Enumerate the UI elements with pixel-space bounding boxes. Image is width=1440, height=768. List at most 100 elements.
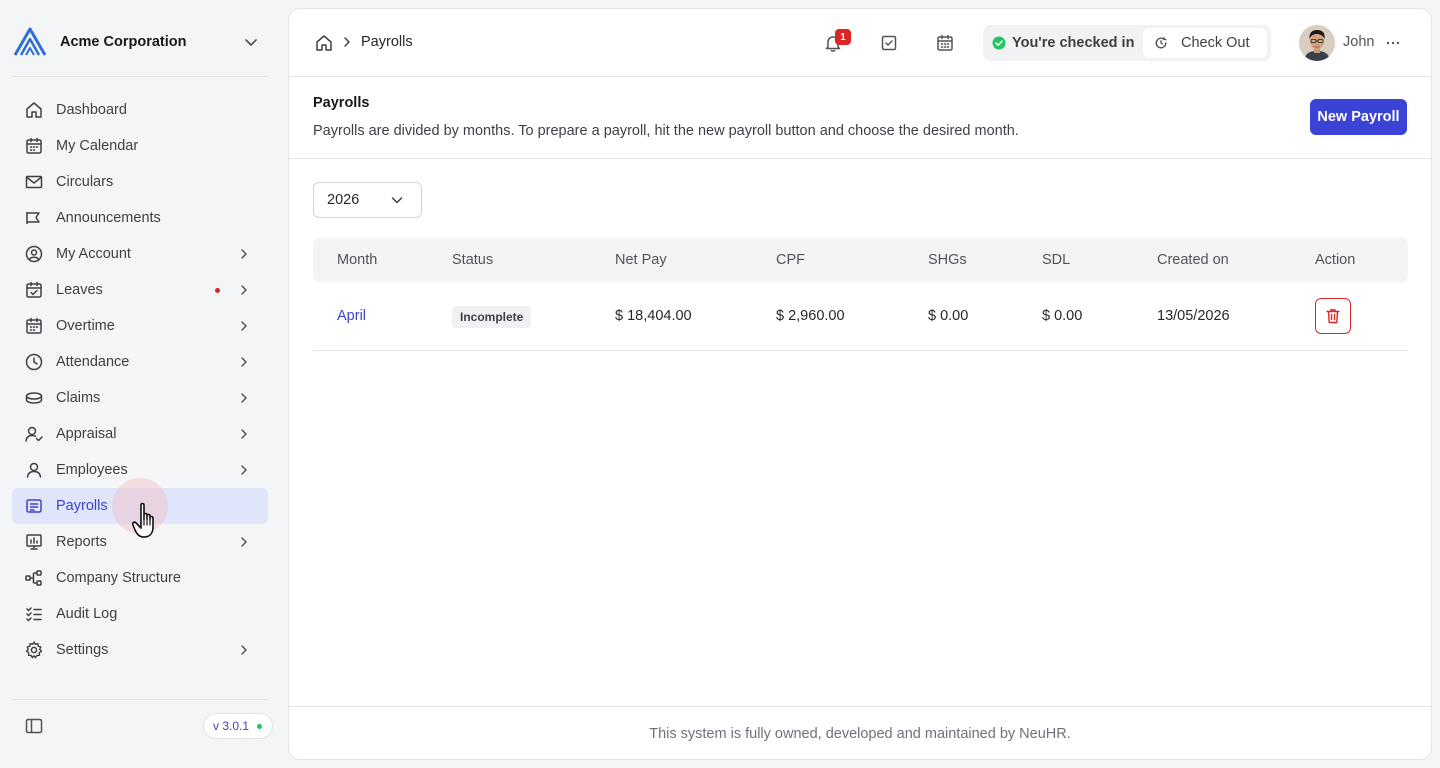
- receipt-icon: [26, 499, 42, 513]
- sidebar-item-attendance[interactable]: Attendance: [12, 344, 268, 380]
- sidebar-item-label: Company Structure: [56, 570, 181, 586]
- column-header-status[interactable]: Status: [452, 252, 493, 268]
- sidebar-item-my-account[interactable]: My Account: [12, 236, 268, 272]
- sidebar-item-label: Circulars: [56, 174, 114, 190]
- sidebar-item-claims[interactable]: Claims: [12, 380, 268, 416]
- list-check-icon: [26, 607, 42, 622]
- sidebar-item-leaves[interactable]: Leaves: [12, 272, 268, 308]
- user-icon: [26, 462, 42, 478]
- calendar-icon[interactable]: [935, 33, 955, 53]
- month-link[interactable]: April: [337, 308, 366, 324]
- chevron-right-icon: [344, 37, 350, 47]
- sidebar-item-circulars[interactable]: Circulars: [12, 164, 268, 200]
- calendar-check-icon: [26, 281, 42, 298]
- status-dot: [257, 723, 263, 729]
- sidebar-item-label: Settings: [56, 642, 109, 658]
- gear-icon: [25, 641, 43, 659]
- sidebar-toggle-icon[interactable]: [24, 716, 44, 736]
- calendar-icon: [26, 137, 42, 154]
- main-panel: Payrolls 1 You're checked in Check Out J…: [288, 8, 1432, 760]
- page-title: Payrolls: [313, 95, 370, 111]
- sidebar-item-label: Employees: [56, 462, 128, 478]
- chevron-down-icon: [245, 39, 257, 46]
- hand-cursor-icon: [132, 502, 154, 538]
- chevron-right-icon: [241, 249, 247, 259]
- sidebar-item-announcements[interactable]: Announcements: [12, 200, 268, 236]
- sidebar-item-dashboard[interactable]: Dashboard: [12, 92, 268, 128]
- user-circle-icon: [25, 245, 43, 263]
- year-select[interactable]: 2026: [313, 182, 422, 218]
- more-horizontal-icon[interactable]: [1383, 33, 1403, 53]
- user-check-icon: [25, 426, 43, 442]
- check-in-panel: You're checked in Check Out: [983, 25, 1271, 61]
- home-icon: [26, 102, 42, 118]
- sidebar-item-settings[interactable]: Settings: [12, 632, 268, 668]
- year-select-value: 2026: [327, 192, 360, 208]
- sidebar-divider: [12, 76, 268, 77]
- column-header-cpf[interactable]: CPF: [776, 252, 805, 268]
- column-header-sdl[interactable]: SDL: [1042, 252, 1070, 268]
- breadcrumb: Payrolls: [361, 34, 413, 50]
- coins-icon: [25, 392, 43, 404]
- home-icon[interactable]: [314, 33, 334, 53]
- net-pay-cell: $ 18,404.00: [615, 308, 692, 324]
- column-header-month[interactable]: Month: [337, 252, 377, 268]
- sidebar-item-label: My Calendar: [56, 138, 139, 154]
- check-in-status: You're checked in: [1012, 35, 1135, 51]
- sidebar-nav: Dashboard My Calendar Circulars Announce…: [12, 92, 268, 668]
- sidebar-item-label: Attendance: [56, 354, 130, 370]
- sidebar-item-label: Audit Log: [56, 606, 118, 622]
- chevron-right-icon: [241, 429, 247, 439]
- org-name: Acme Corporation: [60, 34, 187, 50]
- sidebar-item-label: Claims: [56, 390, 101, 406]
- status-badge: Incomplete: [452, 306, 532, 328]
- chevron-right-icon: [241, 393, 247, 403]
- avatar[interactable]: [1299, 25, 1335, 61]
- footer-text: This system is fully owned, developed an…: [649, 726, 1071, 742]
- sidebar-item-my-calendar[interactable]: My Calendar: [12, 128, 268, 164]
- megaphone-icon: [26, 212, 40, 224]
- user-name[interactable]: John: [1343, 34, 1374, 50]
- sidebar: Acme Corporation Dashboard My Calendar C…: [0, 0, 280, 768]
- sidebar-item-company-structure[interactable]: Company Structure: [12, 560, 268, 596]
- sidebar-item-label: Announcements: [56, 210, 161, 226]
- sidebar-item-label: My Account: [56, 246, 131, 262]
- column-header-created-on[interactable]: Created on: [1157, 252, 1229, 268]
- chart-icon: [26, 534, 42, 550]
- chevron-right-icon: [241, 537, 247, 547]
- sidebar-item-appraisal[interactable]: Appraisal: [12, 416, 268, 452]
- column-header-action: Action: [1315, 252, 1356, 268]
- chevron-right-icon: [241, 321, 247, 331]
- org-switcher[interactable]: Acme Corporation: [12, 18, 268, 66]
- sidebar-item-label: Overtime: [56, 318, 115, 334]
- calendar-icon: [26, 317, 42, 334]
- delete-button[interactable]: [1315, 298, 1351, 334]
- sidebar-item-audit-log[interactable]: Audit Log: [12, 596, 268, 632]
- page-header: Payrolls Payrolls are divided by months.…: [289, 77, 1431, 159]
- task-check-icon[interactable]: [879, 33, 899, 53]
- new-payroll-button[interactable]: New Payroll: [1310, 99, 1407, 135]
- footer: This system is fully owned, developed an…: [289, 706, 1431, 759]
- table-row: April Incomplete $ 18,404.00 $ 2,960.00 …: [313, 282, 1408, 351]
- table-header: Month Status Net Pay CPF SHGs SDL Create…: [313, 238, 1408, 282]
- created-on-cell: 13/05/2026: [1157, 308, 1230, 324]
- org-logo-icon: [13, 27, 47, 56]
- shgs-cell: $ 0.00: [928, 308, 969, 324]
- check-circle-icon: [992, 36, 1006, 50]
- check-out-button[interactable]: Check Out: [1143, 28, 1267, 58]
- column-header-shgs[interactable]: SHGs: [928, 252, 967, 268]
- version-badge: v 3.0.1: [203, 713, 274, 739]
- clock-icon: [25, 353, 43, 371]
- chevron-right-icon: [241, 285, 247, 295]
- chevron-right-icon: [241, 645, 247, 655]
- org-chart-icon: [25, 570, 42, 586]
- notification-dot: [215, 287, 220, 293]
- sidebar-item-label: Appraisal: [56, 426, 117, 442]
- avatar-image: [1299, 25, 1335, 61]
- sidebar-item-overtime[interactable]: Overtime: [12, 308, 268, 344]
- mail-icon: [25, 175, 43, 189]
- chevron-right-icon: [241, 465, 247, 475]
- column-header-net-pay[interactable]: Net Pay: [615, 252, 667, 268]
- trash-icon: [1326, 309, 1340, 324]
- page-description: Payrolls are divided by months. To prepa…: [313, 123, 1019, 139]
